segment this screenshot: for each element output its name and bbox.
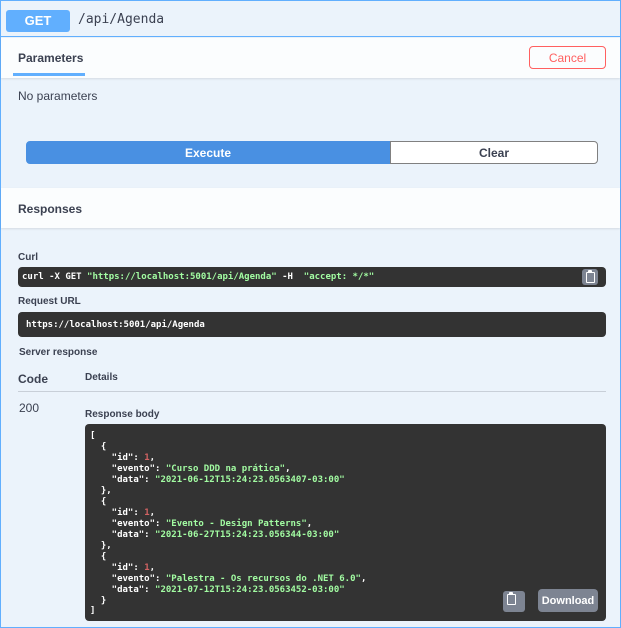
response-body-label: Response body [85, 409, 160, 420]
curl-text: curl -X GET "https://localhost:5001/api/… [22, 272, 375, 282]
json-line: "data": "2021-06-12T15:24:23.0563407-03:… [90, 475, 345, 485]
request-url-label: Request URL [18, 296, 81, 307]
json-line: "data": "2021-06-27T15:24:23.056344-03:0… [90, 530, 340, 540]
request-url-value: https://localhost:5001/api/Agenda [26, 320, 205, 330]
parameters-header: Parameters Cancel [1, 38, 620, 78]
json-brace: { [90, 442, 107, 452]
request-url-box: https://localhost:5001/api/Agenda [18, 312, 606, 337]
json-line: "evento": "Palestra - Os recursos do .NE… [90, 574, 367, 584]
responses-header: Responses [1, 188, 620, 228]
json-line: "id": 1, [90, 563, 156, 573]
copy-icon[interactable] [503, 591, 525, 612]
json-line: "id": 1, [90, 453, 156, 463]
cancel-button[interactable]: Cancel [529, 46, 606, 69]
server-response-label: Server response [19, 347, 98, 358]
json-line: "id": 1, [90, 508, 156, 518]
copy-icon[interactable] [582, 269, 598, 285]
json-brace: { [90, 552, 107, 562]
curl-command[interactable]: curl -X GET "https://localhost:5001/api/… [18, 267, 606, 287]
response-code: 200 [19, 401, 40, 415]
no-parameters-text: No parameters [18, 89, 98, 103]
json-close-bracket: ] [90, 606, 96, 616]
json-brace: { [90, 497, 107, 507]
json-brace: }, [90, 486, 112, 496]
response-body[interactable]: [ { "id": 1, "evento": "Curso DDD na prá… [85, 424, 606, 621]
responses-title: Responses [18, 202, 83, 216]
json-line: "evento": "Curso DDD na prática", [90, 464, 291, 474]
json-line: "evento": "Evento - Design Patterns", [90, 519, 313, 529]
download-button[interactable]: Download [538, 589, 598, 612]
clear-button[interactable]: Clear [390, 141, 598, 164]
operation-summary[interactable]: GET /api/Agenda [1, 1, 620, 37]
json-open-bracket: [ [90, 431, 96, 441]
tab-parameters[interactable]: Parameters [18, 51, 83, 65]
column-details: Details [85, 372, 118, 383]
endpoint-path: /api/Agenda [78, 12, 165, 27]
json-brace: }, [90, 541, 112, 551]
column-code: Code [18, 372, 48, 386]
json-line: "data": "2021-07-12T15:24:23.0563452-03:… [90, 585, 345, 595]
method-badge: GET [6, 10, 70, 32]
tab-active-indicator [13, 73, 85, 76]
operation-block: GET /api/Agenda Parameters Cancel No par… [0, 0, 621, 628]
execute-wrapper: Execute Clear [26, 141, 598, 164]
execute-button[interactable]: Execute [26, 141, 390, 164]
responses-table-header: Code Details [18, 367, 606, 392]
curl-label: Curl [18, 252, 38, 263]
